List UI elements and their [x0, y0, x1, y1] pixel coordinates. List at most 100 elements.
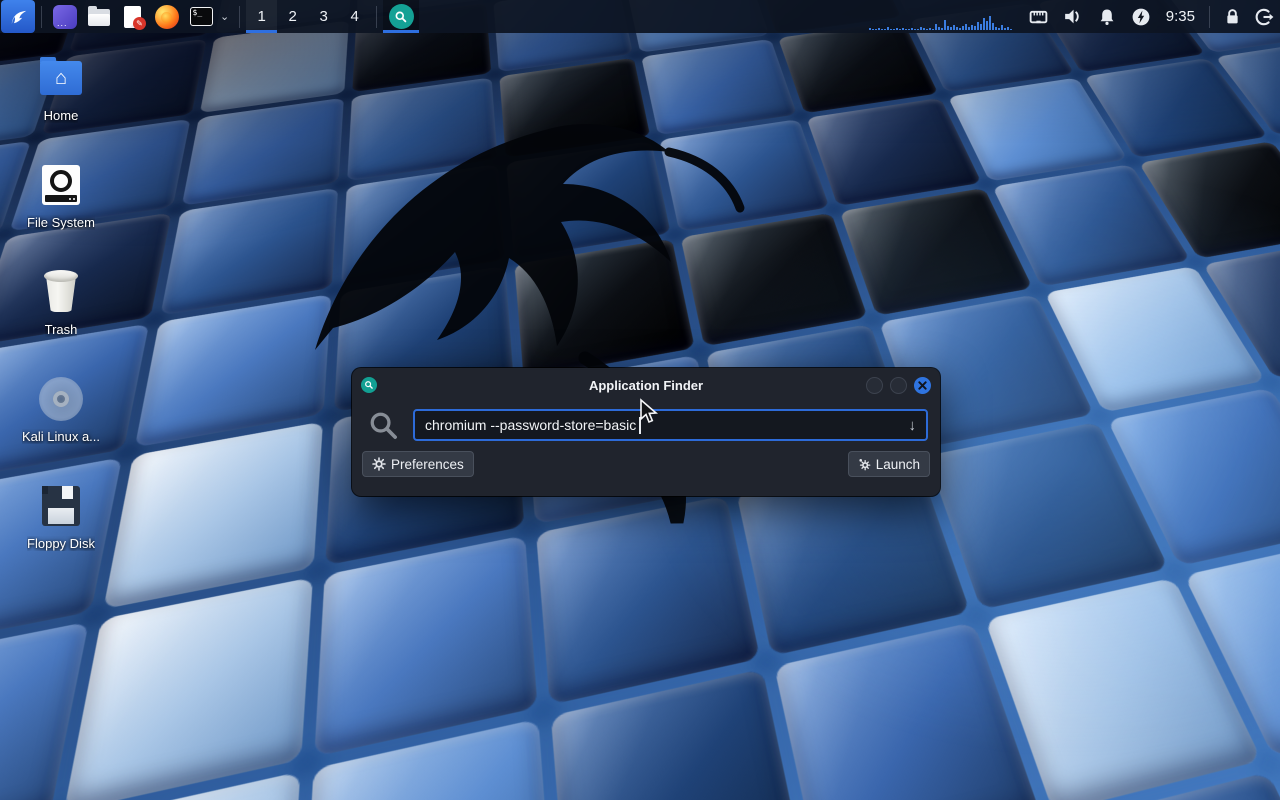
desktop: ... ✎ $_ ⌄ 1 2 [0, 0, 1280, 800]
workspace-2-button[interactable]: 2 [277, 0, 308, 33]
desktop-icon-floppy-disk[interactable]: Floppy Disk [6, 482, 116, 575]
trash-icon [41, 268, 81, 316]
chevron-down-icon[interactable]: ⌄ [220, 10, 229, 23]
cpu-bar [977, 22, 979, 30]
search-icon [368, 410, 399, 441]
cpu-bar [980, 24, 982, 30]
cpu-bar [884, 29, 886, 30]
cpu-bar [896, 28, 898, 30]
cpu-bar [947, 26, 949, 30]
cpu-graph[interactable] [869, 4, 1012, 30]
down-arrow-icon[interactable]: ↓ [909, 417, 917, 434]
cpu-bar [995, 27, 997, 30]
cpu-bar [878, 28, 880, 30]
minimize-button[interactable] [866, 377, 883, 394]
cpu-bar [941, 28, 943, 30]
desktop-icon-file-system[interactable]: File System [6, 161, 116, 254]
desktop-icon-label: Floppy Disk [27, 536, 95, 551]
hard-drive-icon [42, 161, 80, 209]
network-icon [1028, 6, 1049, 27]
desktop-icon-trash[interactable]: Trash [6, 268, 116, 361]
desktop-icon-kali-installer[interactable]: Kali Linux a... [6, 375, 116, 468]
notifications-tray-item[interactable] [1090, 0, 1124, 33]
cube [314, 535, 537, 757]
cpu-bar [938, 27, 940, 30]
text-caret [639, 417, 641, 434]
execute-gear-icon [858, 458, 871, 471]
desktop-icon-home[interactable]: ⌂ Home [6, 54, 116, 147]
cpu-bar [908, 29, 910, 30]
panel-left: ... ✎ $_ ⌄ 1 2 [0, 0, 419, 33]
cpu-bar [953, 25, 955, 30]
lock-icon [1223, 7, 1242, 26]
cube [64, 577, 313, 800]
cpu-bar [911, 28, 913, 30]
cpu-bar [1001, 25, 1003, 30]
command-input[interactable]: chromium --password-store=basic ↓ [413, 409, 928, 441]
workspace-4-button[interactable]: 4 [339, 0, 370, 33]
web-browser-launcher[interactable] [150, 0, 184, 33]
dialog-buttons: Preferences Launch [352, 441, 940, 477]
cpu-bar [869, 28, 871, 30]
cpu-bar [998, 28, 1000, 30]
workspace-3-button[interactable]: 3 [308, 0, 339, 33]
close-icon [918, 381, 927, 390]
terminal-launcher[interactable]: ... [48, 0, 82, 33]
preferences-button[interactable]: Preferences [362, 451, 474, 477]
desktop-icon-label: Kali Linux a... [22, 429, 100, 444]
panel-separator [376, 6, 377, 28]
desktop-icon-list: ⌂ Home File System Trash Kali Linux a... [6, 54, 116, 575]
workspace-1-button[interactable]: 1 [246, 0, 277, 33]
cpu-bar [887, 27, 889, 30]
logout-icon [1254, 7, 1274, 27]
maximize-button[interactable] [890, 377, 907, 394]
close-button[interactable] [914, 377, 931, 394]
cpu-bar [932, 29, 934, 30]
terminal-icon: ... [53, 5, 77, 29]
search-icon [389, 4, 414, 29]
home-folder-icon: ⌂ [40, 54, 82, 102]
cpu-bar [899, 29, 901, 30]
preferences-label: Preferences [391, 457, 464, 472]
cpu-bar [983, 18, 985, 30]
file-manager-launcher[interactable] [82, 0, 116, 33]
cpu-bar [872, 29, 874, 30]
titlebar[interactable]: Application Finder [352, 368, 940, 402]
volume-tray-item[interactable] [1056, 0, 1090, 33]
application-finder-button[interactable] [383, 0, 419, 33]
cpu-bar [917, 29, 919, 30]
cpu-bar [881, 29, 883, 30]
cpu-bar [914, 29, 916, 30]
logout-button[interactable] [1248, 0, 1280, 33]
network-tray-item[interactable] [1022, 0, 1056, 33]
cpu-bar [965, 24, 967, 30]
cpu-bar [926, 29, 928, 30]
floppy-disk-icon [42, 482, 80, 530]
notifications-icon [1097, 7, 1117, 27]
dropdown-terminal-launcher[interactable]: $_ [184, 0, 218, 33]
cpu-bar [1004, 28, 1006, 30]
launch-button[interactable]: Launch [848, 451, 930, 477]
applications-menu-button[interactable] [1, 0, 35, 33]
cpu-bar [962, 26, 964, 30]
cpu-bar [929, 28, 931, 30]
application-finder-window: Application Finder chromium --password-s… [352, 368, 940, 496]
kali-dragon-icon [7, 6, 29, 28]
text-editor-launcher[interactable]: ✎ [116, 0, 150, 33]
cpu-bar [974, 26, 976, 30]
window-controls [866, 377, 931, 394]
power-manager-tray-item[interactable] [1124, 0, 1158, 33]
window-title: Application Finder [352, 378, 940, 393]
clock[interactable]: 9:35 [1158, 8, 1203, 25]
cpu-bar [875, 29, 877, 30]
gear-icon [372, 457, 386, 471]
panel-separator [1209, 6, 1210, 28]
desktop-icon-label: Home [44, 108, 79, 123]
command-text: chromium --password-store=basic [425, 417, 636, 433]
cpu-bar [920, 27, 922, 30]
folder-icon [87, 5, 111, 29]
panel-separator [41, 6, 42, 28]
firefox-icon [155, 5, 179, 29]
cpu-bar [956, 27, 958, 30]
lock-screen-button[interactable] [1216, 0, 1248, 33]
